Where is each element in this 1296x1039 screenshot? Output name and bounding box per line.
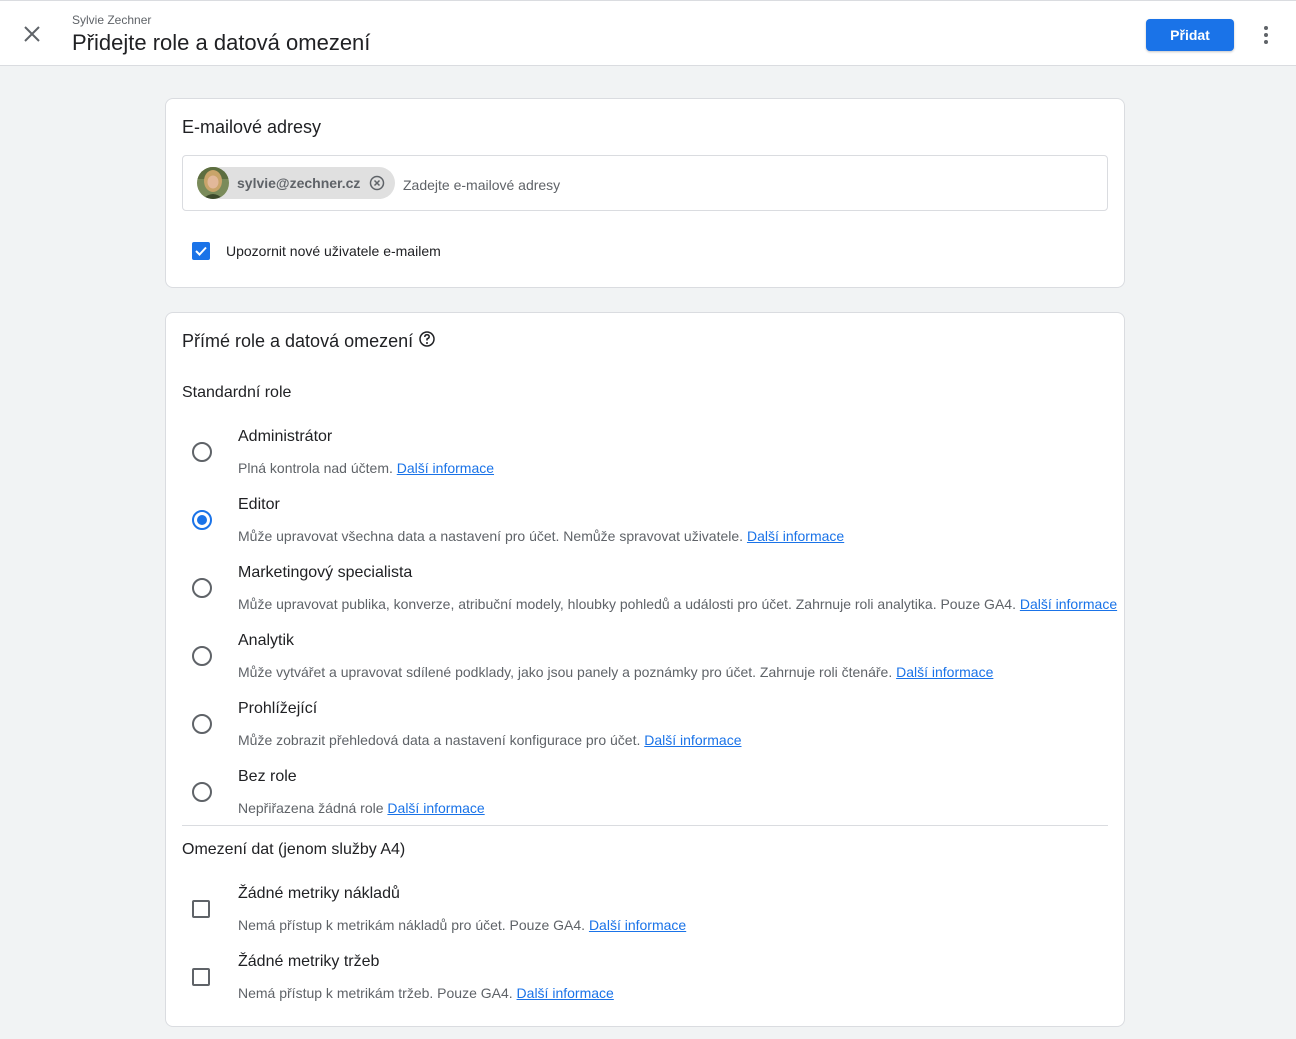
- restriction-desc-revenue: Nemá přístup k metrikám tržeb. Pouze GA4…: [238, 985, 614, 1001]
- email-section-title: E-mailové adresy: [182, 117, 322, 137]
- radio-editor[interactable]: [192, 510, 212, 530]
- learn-more-link[interactable]: Další informace: [397, 460, 494, 476]
- email-input[interactable]: [403, 174, 1093, 196]
- standard-roles-heading: Standardní role: [182, 384, 292, 401]
- role-desc-marketer: Může upravovat publika, konverze, atribu…: [238, 596, 1118, 612]
- learn-more-link[interactable]: Další informace: [644, 732, 741, 748]
- checkbox-no-cost-metrics[interactable]: [192, 900, 210, 918]
- chip-email-text: sylvie@zechner.cz: [237, 175, 361, 191]
- add-button[interactable]: Přidat: [1146, 19, 1234, 51]
- page-title: Přidejte role a datová omezení: [72, 30, 371, 55]
- role-desc-administrator: Plná kontrola nad účtem. Další informace: [238, 460, 495, 476]
- more-options-button[interactable]: [1252, 21, 1280, 49]
- role-desc-viewer: Může zobrazit přehledová data a nastaven…: [238, 732, 742, 748]
- role-title-viewer: Prohlížející: [238, 700, 318, 717]
- email-card: E-mailové adresy sylvie@zechner.cz Zadej…: [165, 98, 1125, 288]
- notify-label: Upozornit nové uživatele e-mailem: [226, 243, 441, 259]
- radio-no-role[interactable]: [192, 782, 212, 802]
- help-icon[interactable]: [418, 330, 436, 348]
- remove-chip-button[interactable]: [368, 174, 386, 192]
- close-button[interactable]: [16, 18, 48, 50]
- learn-more-link[interactable]: Další informace: [1020, 596, 1117, 612]
- roles-section-title: Přímé role a datová omezení: [182, 331, 414, 351]
- more-vert-icon: [1264, 26, 1268, 44]
- role-title-analyst: Analytik: [238, 632, 295, 649]
- check-icon: [195, 246, 207, 256]
- role-title-editor: Editor: [238, 496, 280, 513]
- notify-checkbox[interactable]: [192, 242, 210, 260]
- checkbox-no-revenue-metrics[interactable]: [192, 968, 210, 986]
- learn-more-link[interactable]: Další informace: [747, 528, 844, 544]
- restriction-desc-cost: Nemá přístup k metrikám nákladů pro účet…: [238, 917, 687, 933]
- cancel-icon: [370, 175, 385, 191]
- role-desc-no-role: Nepřiřazena žádná role Další informace: [238, 800, 485, 816]
- learn-more-link[interactable]: Další informace: [517, 985, 614, 1001]
- notify-checkbox-row[interactable]: Upozornit nové uživatele e-mailem: [192, 242, 441, 260]
- close-icon: [24, 26, 40, 42]
- restriction-title-cost: Žádné metriky nákladů: [238, 885, 400, 902]
- radio-analyst[interactable]: [192, 646, 212, 666]
- email-chip[interactable]: sylvie@zechner.cz: [197, 167, 395, 199]
- role-desc-analyst: Může vytvářet a upravovat sdílené podkla…: [238, 664, 994, 680]
- learn-more-link[interactable]: Další informace: [387, 800, 484, 816]
- role-title-no-role: Bez role: [238, 768, 297, 785]
- role-title-administrator: Administrátor: [238, 428, 333, 445]
- email-input-box[interactable]: sylvie@zechner.cz: [182, 155, 1108, 211]
- account-name: Sylvie Zechner: [72, 13, 152, 27]
- learn-more-link[interactable]: Další informace: [589, 917, 686, 933]
- avatar: [197, 167, 229, 199]
- restriction-title-revenue: Žádné metriky tržeb: [238, 953, 380, 970]
- learn-more-link[interactable]: Další informace: [896, 664, 993, 680]
- role-desc-editor: Může upravovat všechna data a nastavení …: [238, 528, 845, 544]
- radio-viewer[interactable]: [192, 714, 212, 734]
- radio-marketer[interactable]: [192, 578, 212, 598]
- radio-administrator[interactable]: [192, 442, 212, 462]
- roles-card: Přímé role a datová omezení Standardní r…: [165, 312, 1125, 1027]
- role-title-marketer: Marketingový specialista: [238, 564, 413, 581]
- divider: [182, 825, 1108, 826]
- data-restrictions-heading: Omezení dat (jenom služby A4): [182, 841, 406, 858]
- top-app-bar: Sylvie Zechner Přidejte role a datová om…: [0, 0, 1296, 66]
